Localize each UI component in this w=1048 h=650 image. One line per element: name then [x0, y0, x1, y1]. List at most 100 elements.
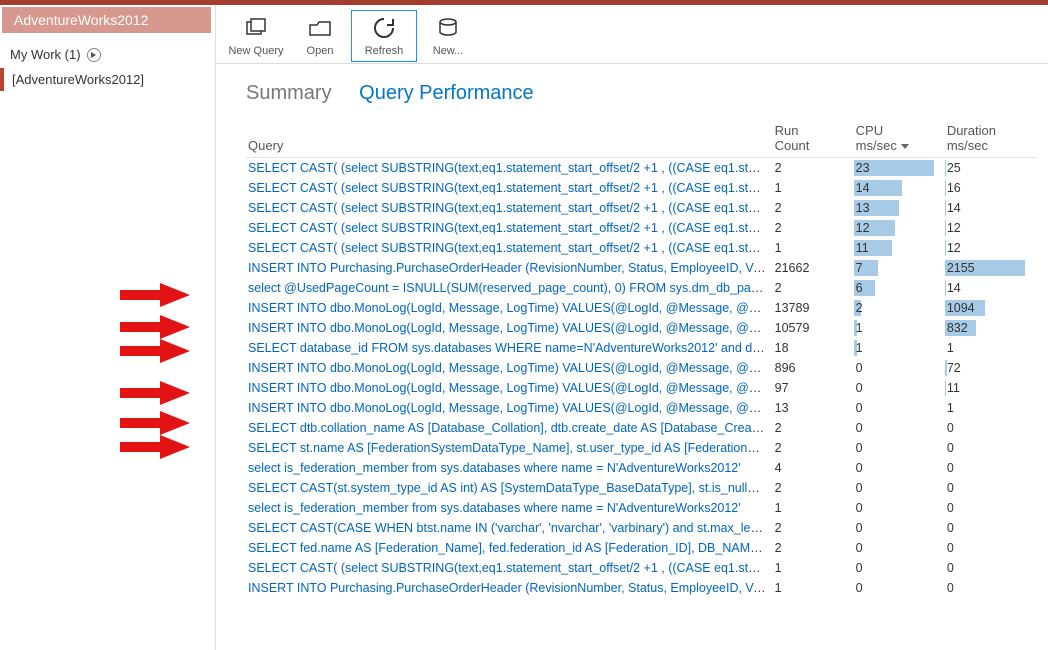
open-button[interactable]: Open	[288, 11, 352, 61]
cell-run-count: 18	[773, 338, 854, 358]
query-link[interactable]: select @UsedPageCount = ISNULL(SUM(reser…	[248, 281, 773, 295]
cell-run-count: 2	[773, 518, 854, 538]
query-link[interactable]: INSERT INTO dbo.MonoLog(LogId, Message, …	[248, 361, 773, 375]
cell-run-count: 2	[773, 198, 854, 218]
query-link[interactable]: select is_federation_member from sys.dat…	[248, 501, 741, 515]
table-row: SELECT CAST( (select SUBSTRING(text,eq1.…	[246, 558, 1036, 578]
table-row: SELECT CAST( (select SUBSTRING(text,eq1.…	[246, 238, 1036, 258]
new-button[interactable]: New...	[416, 11, 480, 61]
cell-duration: 1	[945, 398, 1036, 418]
cell-run-count: 2	[773, 478, 854, 498]
query-link[interactable]: INSERT INTO dbo.MonoLog(LogId, Message, …	[248, 401, 773, 415]
query-link[interactable]: SELECT CAST( (select SUBSTRING(text,eq1.…	[248, 221, 773, 235]
cell-duration: 0	[945, 438, 1036, 458]
new-query-icon	[224, 15, 288, 41]
cell-cpu: 0	[854, 498, 945, 518]
cell-run-count: 2	[773, 438, 854, 458]
cell-run-count: 1	[773, 498, 854, 518]
query-link[interactable]: SELECT CAST( (select SUBSTRING(text,eq1.…	[248, 161, 773, 175]
tabs: Summary Query Performance	[216, 64, 1048, 119]
query-link[interactable]: INSERT INTO dbo.MonoLog(LogId, Message, …	[248, 381, 773, 395]
query-link[interactable]: SELECT CAST(st.system_type_id AS int) AS…	[248, 481, 773, 495]
query-link[interactable]: SELECT CAST( (select SUBSTRING(text,eq1.…	[248, 201, 773, 215]
cell-duration: 0	[945, 478, 1036, 498]
cell-run-count: 1	[773, 558, 854, 578]
cell-cpu: 0	[854, 438, 945, 458]
refresh-icon	[352, 15, 416, 41]
tab-query-performance[interactable]: Query Performance	[359, 82, 534, 105]
cell-run-count: 2	[773, 538, 854, 558]
query-link[interactable]: SELECT CAST( (select SUBSTRING(text,eq1.…	[248, 561, 773, 575]
col-cpu[interactable]: CPU ms/sec	[854, 119, 945, 158]
table-row: SELECT CAST( (select SUBSTRING(text,eq1.…	[246, 158, 1036, 178]
my-work-label: My Work (1)	[10, 47, 81, 62]
table-row: INSERT INTO dbo.MonoLog(LogId, Message, …	[246, 298, 1036, 318]
col-run-count[interactable]: Run Count	[773, 119, 854, 158]
cell-run-count: 10579	[773, 318, 854, 338]
table-row: INSERT INTO dbo.MonoLog(LogId, Message, …	[246, 318, 1036, 338]
cell-cpu: 0	[854, 418, 945, 438]
query-link[interactable]: SELECT CAST( (select SUBSTRING(text,eq1.…	[248, 181, 773, 195]
cell-duration: 0	[945, 578, 1036, 598]
query-link[interactable]: SELECT CAST( (select SUBSTRING(text,eq1.…	[248, 241, 773, 255]
annotation-arrow-icon	[120, 315, 190, 339]
query-link[interactable]: select is_federation_member from sys.dat…	[248, 461, 741, 475]
table-row: INSERT INTO Purchasing.PurchaseOrderHead…	[246, 578, 1036, 598]
cell-cpu: 0	[854, 378, 945, 398]
table-row: SELECT CAST(CASE WHEN btst.name IN ('var…	[246, 518, 1036, 538]
query-link[interactable]: INSERT INTO Purchasing.PurchaseOrderHead…	[248, 581, 773, 595]
cell-duration: 0	[945, 538, 1036, 558]
cell-duration: 0	[945, 418, 1036, 438]
annotation-arrow-icon	[120, 435, 190, 459]
cell-run-count: 2	[773, 218, 854, 238]
cell-cpu: 12	[854, 218, 945, 238]
cell-duration: 0	[945, 558, 1036, 578]
table-row: select is_federation_member from sys.dat…	[246, 498, 1036, 518]
cell-cpu: 0	[854, 458, 945, 478]
cell-run-count: 13789	[773, 298, 854, 318]
cell-cpu: 0	[854, 558, 945, 578]
col-duration[interactable]: Duration ms/sec	[945, 119, 1036, 158]
cell-cpu: 0	[854, 578, 945, 598]
my-work-link[interactable]: My Work (1)	[0, 41, 213, 68]
table-row: SELECT dtb.collation_name AS [Database_C…	[246, 418, 1036, 438]
table-row: INSERT INTO Purchasing.PurchaseOrderHead…	[246, 258, 1036, 278]
query-link[interactable]: SELECT fed.name AS [Federation_Name], fe…	[248, 541, 773, 555]
cell-cpu: 7	[854, 258, 945, 278]
query-link[interactable]: SELECT dtb.collation_name AS [Database_C…	[248, 421, 773, 435]
query-link[interactable]: SELECT CAST(CASE WHEN btst.name IN ('var…	[248, 521, 773, 535]
toolbar: New Query Open Refresh New...	[216, 5, 1048, 64]
annotation-arrow-icon	[120, 283, 190, 307]
query-link[interactable]: INSERT INTO dbo.MonoLog(LogId, Message, …	[248, 321, 773, 335]
table-row: SELECT CAST( (select SUBSTRING(text,eq1.…	[246, 218, 1036, 238]
cell-run-count: 13	[773, 398, 854, 418]
new-query-button[interactable]: New Query	[224, 11, 288, 61]
query-link[interactable]: INSERT INTO dbo.MonoLog(LogId, Message, …	[248, 301, 773, 315]
query-link[interactable]: SELECT st.name AS [FederationSystemDataT…	[248, 441, 773, 455]
query-link[interactable]: INSERT INTO Purchasing.PurchaseOrderHead…	[248, 261, 773, 275]
cell-duration: 1094	[945, 298, 1036, 318]
cell-duration: 0	[945, 518, 1036, 538]
cell-duration: 11	[945, 378, 1036, 398]
refresh-button[interactable]: Refresh	[352, 11, 416, 61]
cell-run-count: 896	[773, 358, 854, 378]
tab-summary[interactable]: Summary	[246, 82, 332, 105]
cell-cpu: 11	[854, 238, 945, 258]
query-performance-grid: Query Run Count CPU ms/sec Duration ms/s…	[246, 119, 1036, 598]
table-row: SELECT CAST( (select SUBSTRING(text,eq1.…	[246, 178, 1036, 198]
cell-duration: 12	[945, 218, 1036, 238]
sidebar-item-database[interactable]: [AdventureWorks2012]	[0, 68, 213, 91]
cell-cpu: 1	[854, 318, 945, 338]
cell-cpu: 23	[854, 158, 945, 178]
table-row: SELECT CAST(st.system_type_id AS int) AS…	[246, 478, 1036, 498]
cell-run-count: 1	[773, 578, 854, 598]
annotation-arrow-icon	[120, 381, 190, 405]
database-tab[interactable]: AdventureWorks2012	[2, 7, 211, 33]
cell-duration: 832	[945, 318, 1036, 338]
cell-duration: 0	[945, 498, 1036, 518]
query-link[interactable]: SELECT database_id FROM sys.databases WH…	[248, 341, 773, 355]
cell-duration: 72	[945, 358, 1036, 378]
table-row: SELECT CAST( (select SUBSTRING(text,eq1.…	[246, 198, 1036, 218]
col-query[interactable]: Query	[246, 119, 773, 158]
cell-duration: 25	[945, 158, 1036, 178]
